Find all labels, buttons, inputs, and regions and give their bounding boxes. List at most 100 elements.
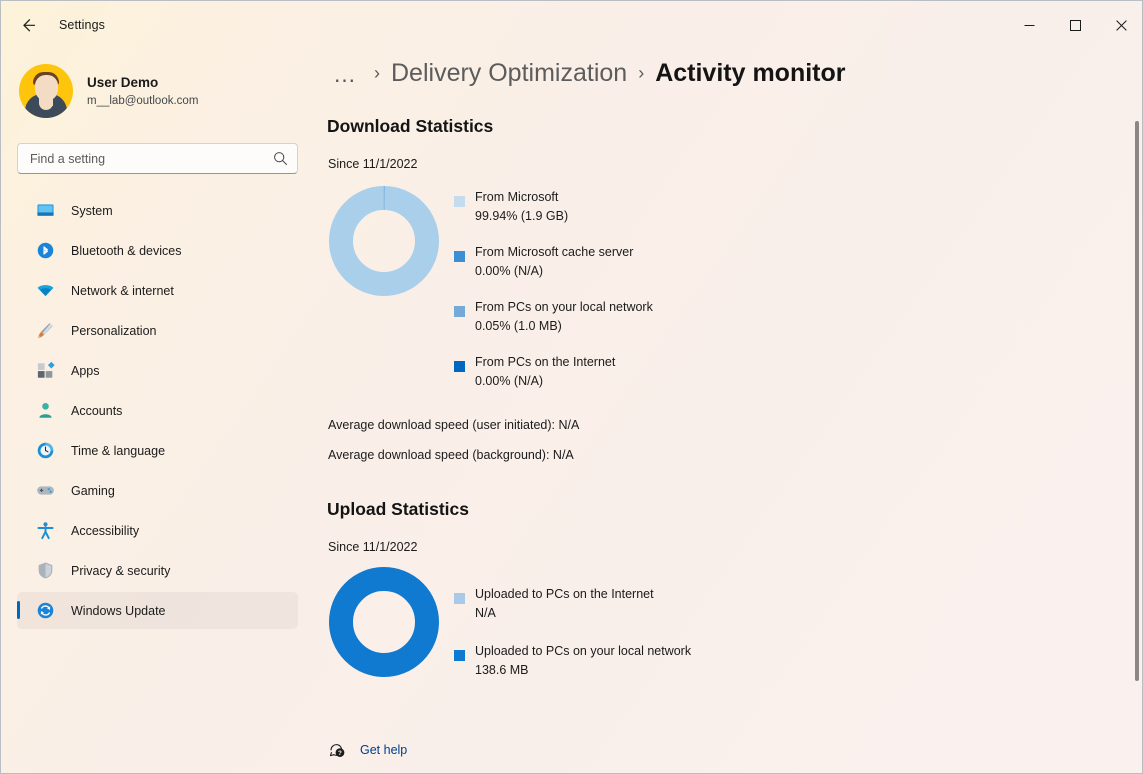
sidebar-item-time-language[interactable]: Time & language	[17, 432, 298, 469]
breadcrumb: … › Delivery Optimization › Activity mon…	[327, 59, 1142, 88]
legend-label: Uploaded to PCs on the Internet	[475, 587, 654, 601]
page-title: Activity monitor	[655, 59, 846, 87]
upload-legend: Uploaded to PCs on the Internet N/A Uplo…	[454, 566, 1142, 680]
gamepad-icon	[35, 481, 55, 501]
scrollbar-thumb[interactable]	[1135, 121, 1139, 681]
download-since-label: Since 11/1/2022	[328, 157, 418, 171]
sidebar-item-personalization[interactable]: Personalization	[17, 312, 298, 349]
sidebar-item-label: Apps	[71, 363, 100, 378]
svg-text:?: ?	[338, 749, 342, 756]
legend-swatch-icon	[454, 251, 465, 262]
search-input[interactable]	[30, 151, 273, 166]
legend-label: From PCs on your local network	[475, 300, 653, 314]
window-controls	[1006, 1, 1142, 49]
sidebar-item-label: Time & language	[71, 443, 166, 458]
sidebar-item-label: Network & internet	[71, 283, 174, 298]
back-button[interactable]	[11, 10, 45, 40]
sidebar-item-label: System	[71, 203, 113, 218]
sidebar-item-accounts[interactable]: Accounts	[17, 392, 298, 429]
avg-download-speed-user-initiated: Average download speed (user initiated):…	[328, 418, 580, 432]
sidebar-item-gaming[interactable]: Gaming	[17, 472, 298, 509]
avg-download-speed-background: Average download speed (background): N/A	[328, 448, 574, 462]
sidebar-item-system[interactable]: System	[17, 192, 298, 229]
app-title: Settings	[59, 18, 105, 32]
sidebar-item-label: Bluetooth & devices	[71, 243, 182, 258]
legend-label: Uploaded to PCs on your local network	[475, 644, 692, 658]
upload-chart-row: Uploaded to PCs on the Internet N/A Uplo…	[328, 566, 1142, 683]
slice-local-network-upload	[329, 567, 439, 677]
legend-label: From Microsoft cache server	[475, 245, 634, 259]
legend-swatch-icon	[454, 650, 465, 661]
legend-swatch-icon	[454, 196, 465, 207]
sidebar-item-label: Personalization	[71, 323, 157, 338]
upload-donut-chart	[328, 566, 440, 683]
account-name: User Demo	[87, 74, 159, 90]
bluetooth-icon	[35, 241, 55, 261]
legend-value: 0.00% (N/A)	[475, 264, 544, 278]
search-icon[interactable]	[273, 151, 288, 166]
sidebar-item-label: Windows Update	[71, 603, 166, 618]
legend-item: From PCs on the Internet 0.00% (N/A)	[454, 352, 1142, 391]
sidebar-item-network-internet[interactable]: Network & internet	[17, 272, 298, 309]
help-question-icon[interactable]: ?	[328, 741, 347, 760]
legend-item: Uploaded to PCs on your local network 13…	[454, 641, 1142, 680]
upload-statistics-section: Upload Statistics Since 11/1/2022 Upload…	[321, 499, 1142, 683]
account-email: m__lab@outlook.com	[87, 94, 199, 107]
breadcrumb-separator-icon: ›	[374, 63, 380, 83]
download-legend: From Microsoft 99.94% (1.9 GB) From Micr…	[454, 185, 1142, 391]
minimize-button[interactable]	[1006, 1, 1052, 49]
legend-value: 0.05% (1.0 MB)	[475, 319, 562, 333]
search-box[interactable]	[17, 143, 298, 174]
accessibility-person-icon	[35, 521, 55, 541]
get-help-link[interactable]: Get help	[360, 743, 407, 757]
legend-swatch-icon	[454, 361, 465, 372]
slice-from-microsoft	[329, 186, 439, 296]
main-content: … › Delivery Optimization › Activity mon…	[321, 49, 1142, 773]
sidebar-item-accessibility[interactable]: Accessibility	[17, 512, 298, 549]
breadcrumb-overflow-button[interactable]: …	[327, 62, 363, 85]
breadcrumb-parent-link[interactable]: Delivery Optimization	[391, 59, 627, 88]
upload-section-title: Upload Statistics	[327, 499, 469, 519]
footer: ? Get help	[321, 727, 1142, 773]
minimize-icon	[1024, 24, 1034, 26]
close-icon	[1115, 19, 1127, 31]
download-section-title: Download Statistics	[327, 116, 494, 136]
legend-item: From Microsoft cache server 0.00% (N/A)	[454, 242, 1142, 281]
maximize-button[interactable]	[1052, 1, 1098, 49]
back-arrow-icon	[23, 19, 36, 32]
legend-label: From PCs on the Internet	[475, 355, 616, 369]
sidebar: User Demo m__lab@outlook.com Find a sett…	[1, 49, 321, 773]
legend-item: From PCs on your local network 0.05% (1.…	[454, 297, 1142, 336]
paintbrush-icon	[35, 321, 55, 341]
scrollbar-track[interactable]	[1134, 53, 1140, 743]
legend-value: N/A	[475, 606, 496, 620]
update-refresh-icon	[35, 601, 55, 621]
avatar	[19, 64, 73, 118]
apps-grid-icon	[35, 361, 55, 381]
download-chart-row: From Microsoft 99.94% (1.9 GB) From Micr…	[328, 185, 1142, 391]
clock-globe-icon	[35, 441, 55, 461]
upload-donut-svg	[329, 567, 439, 677]
legend-swatch-icon	[454, 306, 465, 317]
download-donut-chart	[328, 185, 440, 302]
sidebar-item-windows-update[interactable]: Windows Update	[17, 592, 298, 629]
legend-label: From Microsoft	[475, 190, 559, 204]
sidebar-item-bluetooth-devices[interactable]: Bluetooth & devices	[17, 232, 298, 269]
legend-item: From Microsoft 99.94% (1.9 GB)	[454, 187, 1142, 226]
maximize-icon	[1069, 19, 1081, 31]
sidebar-item-label: Privacy & security	[71, 563, 171, 578]
sidebar-item-label: Accessibility	[71, 523, 140, 538]
sidebar-item-privacy-security[interactable]: Privacy & security	[17, 552, 298, 589]
settings-window: Settings User Demo m__lab@outlook.com Fi…	[0, 0, 1143, 774]
account-summary[interactable]: User Demo m__lab@outlook.com	[17, 59, 321, 123]
sidebar-item-label: Gaming	[71, 483, 115, 498]
wifi-icon	[35, 281, 55, 301]
person-icon	[35, 401, 55, 421]
legend-value: 0.00% (N/A)	[475, 374, 544, 388]
close-button[interactable]	[1098, 1, 1142, 49]
sidebar-item-apps[interactable]: Apps	[17, 352, 298, 389]
download-statistics-section: Download Statistics Since 11/1/2022 From…	[321, 116, 1142, 465]
legend-swatch-icon	[454, 593, 465, 604]
monitor-icon	[35, 201, 55, 221]
download-donut-svg	[329, 186, 439, 296]
